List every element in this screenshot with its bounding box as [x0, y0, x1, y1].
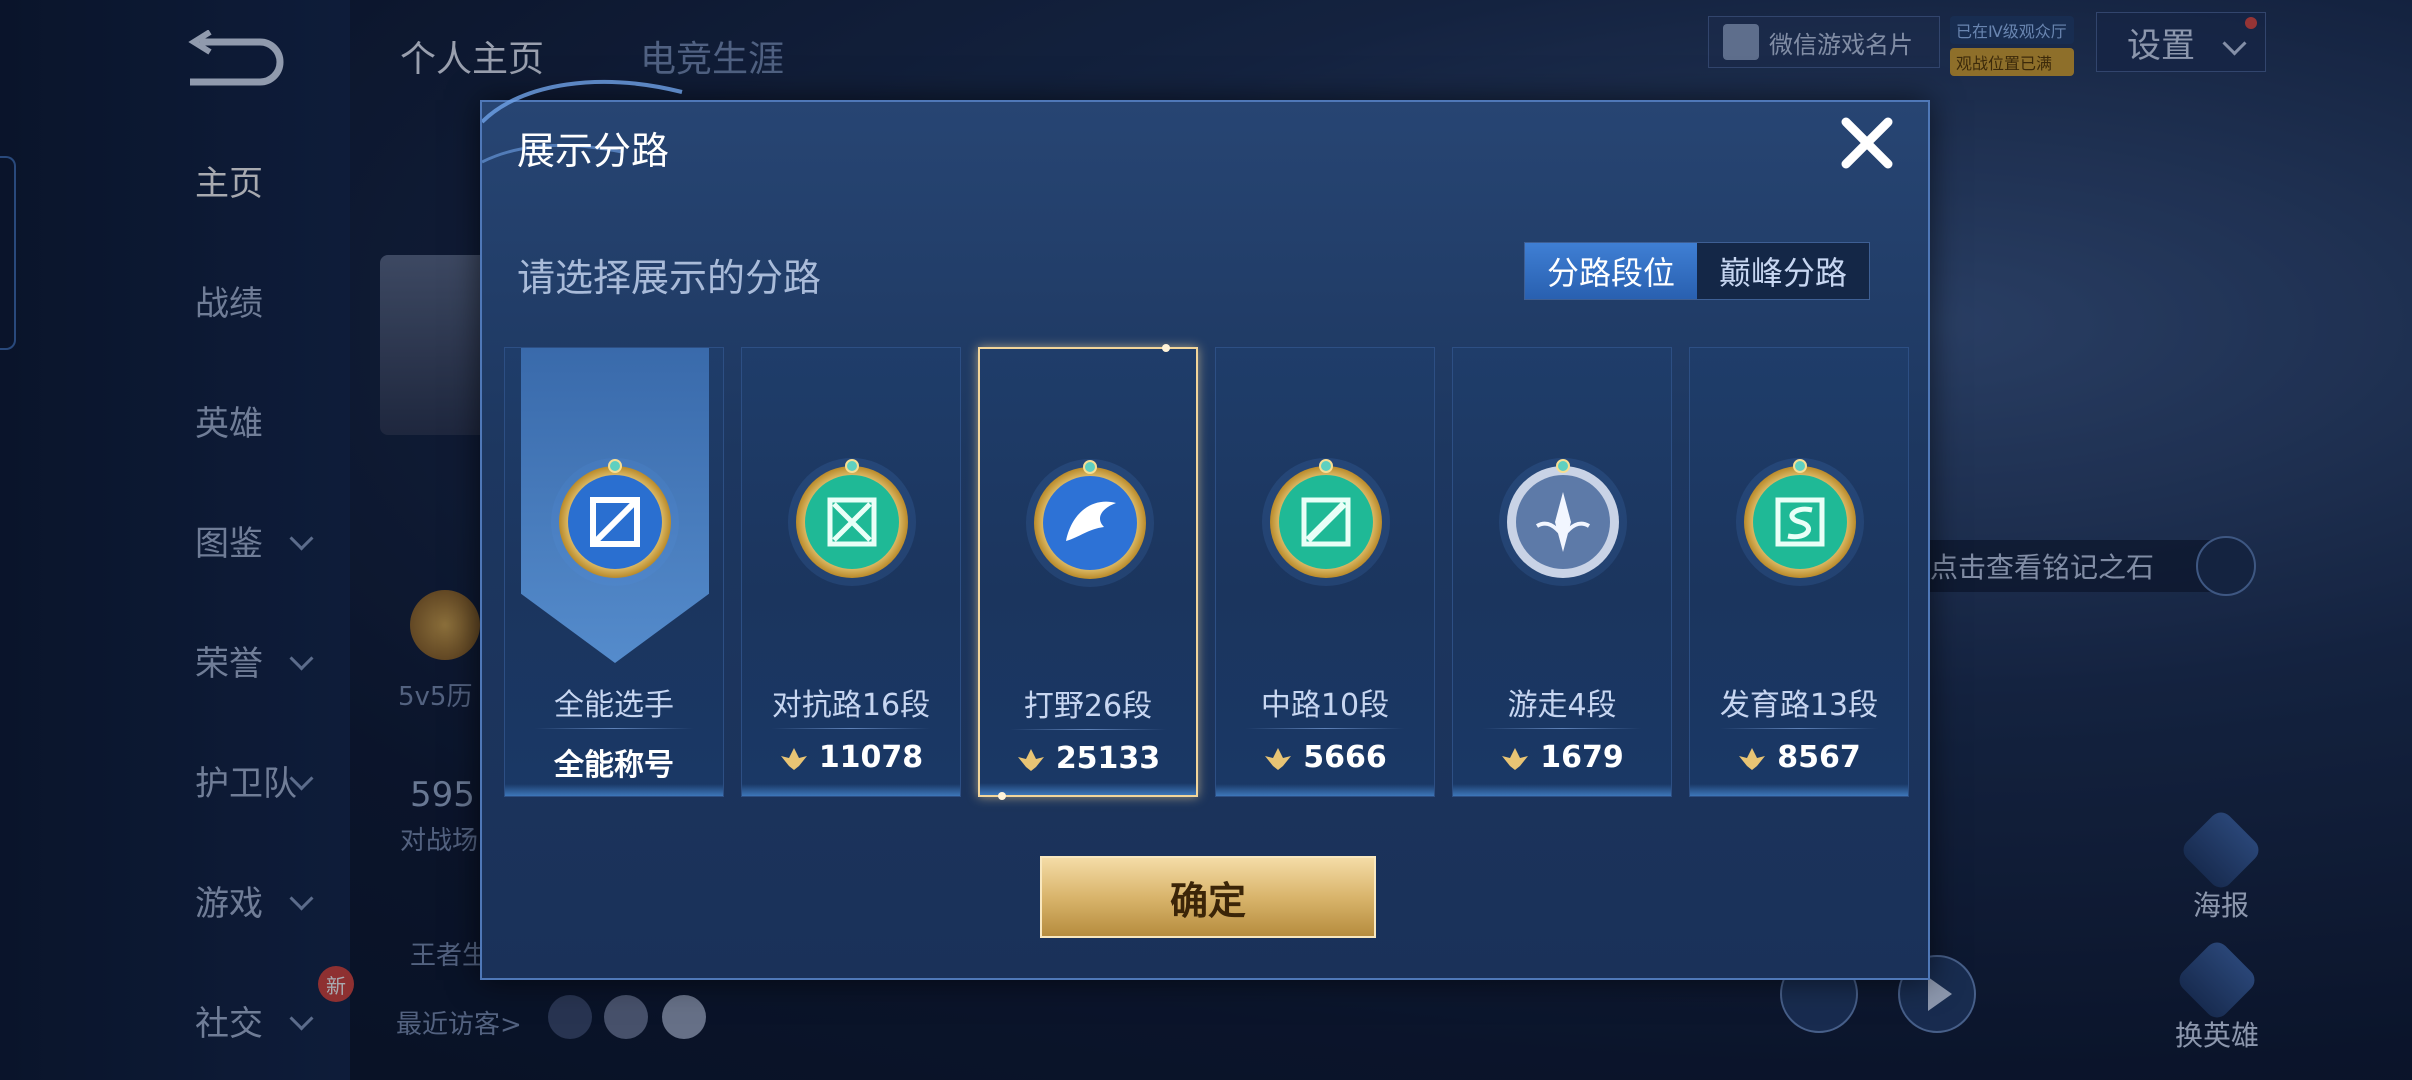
- lane-score-value: 5666: [1303, 740, 1387, 775]
- lane-card[interactable]: 打野26段 25133: [978, 344, 1198, 800]
- tab-peak-lane[interactable]: 巅峰分路: [1697, 243, 1869, 299]
- dialog-title: 展示分路: [517, 129, 670, 173]
- selection-corner-dot: [1162, 344, 1170, 352]
- lane-points-icon: [1263, 745, 1293, 771]
- lane-points-icon: [1500, 745, 1530, 771]
- lane-score-value: 全能称号: [554, 748, 674, 783]
- lane-score-value: 8567: [1777, 740, 1861, 775]
- lane-score-value: 11078: [818, 740, 924, 775]
- clash-lane-emblem-icon: [786, 456, 918, 588]
- all-round-emblem-icon: [549, 456, 681, 588]
- close-icon[interactable]: [1836, 112, 1898, 174]
- dialog-subtitle: 请选择展示的分路: [517, 256, 822, 300]
- lane-card[interactable]: 游走4段 1679: [1452, 347, 1672, 797]
- lane-rank-label: 发育路13段: [1719, 688, 1879, 723]
- lane-score: 11078: [742, 740, 960, 775]
- lane-card[interactable]: 对抗路16段 11078: [741, 347, 961, 797]
- divider: [772, 728, 930, 729]
- lane-rank-label: 游走4段: [1507, 688, 1617, 723]
- card-glow: [1216, 784, 1434, 796]
- card-glow: [742, 784, 960, 796]
- mid-lane-emblem-icon: [1260, 456, 1392, 588]
- divider: [1010, 729, 1166, 730]
- lane-score: 5666: [1216, 740, 1434, 775]
- lane-rank-label: 打野26段: [1023, 689, 1153, 724]
- lane-points-icon: [779, 745, 809, 771]
- lane-score: 8567: [1690, 740, 1908, 775]
- lane-mode-toggle: 分路段位 巅峰分路: [1524, 242, 1871, 300]
- lane-score-value: 1679: [1540, 740, 1624, 775]
- lane-card[interactable]: 发育路13段 8567: [1689, 347, 1909, 797]
- farm-lane-emblem-icon: [1734, 456, 1866, 588]
- jungle-emblem-icon: [1024, 457, 1156, 589]
- card-glow: [1453, 784, 1671, 796]
- roam-emblem-icon: [1497, 456, 1629, 588]
- lane-rank-label: 对抗路16段: [771, 688, 931, 723]
- lane-score: 全能称号: [505, 740, 723, 784]
- card-glow: [505, 784, 723, 796]
- lane-rank-label: 全能选手: [554, 688, 674, 723]
- divider: [1720, 728, 1878, 729]
- lane-points-icon: [1016, 746, 1046, 772]
- divider: [1483, 728, 1641, 729]
- tab-lane-rank[interactable]: 分路段位: [1525, 243, 1698, 299]
- divider: [535, 728, 693, 729]
- divider: [1246, 728, 1404, 729]
- lane-rank-label: 中路10段: [1260, 688, 1390, 723]
- lane-score-value: 25133: [1055, 741, 1161, 776]
- lane-points-icon: [1737, 745, 1767, 771]
- lane-score: 1679: [1453, 740, 1671, 775]
- selection-corner-dot: [998, 792, 1006, 800]
- card-glow: [980, 783, 1196, 795]
- card-glow: [1690, 784, 1908, 796]
- confirm-button[interactable]: 确定: [1040, 856, 1376, 938]
- lane-card[interactable]: 中路10段 5666: [1215, 347, 1435, 797]
- lane-display-dialog: 展示分路 请选择展示的分路 分路段位 巅峰分路 全能选手 全能称号 对抗路16段 11…: [480, 80, 1930, 980]
- lane-score: 25133: [980, 741, 1196, 776]
- lane-card[interactable]: 全能选手 全能称号: [504, 347, 724, 797]
